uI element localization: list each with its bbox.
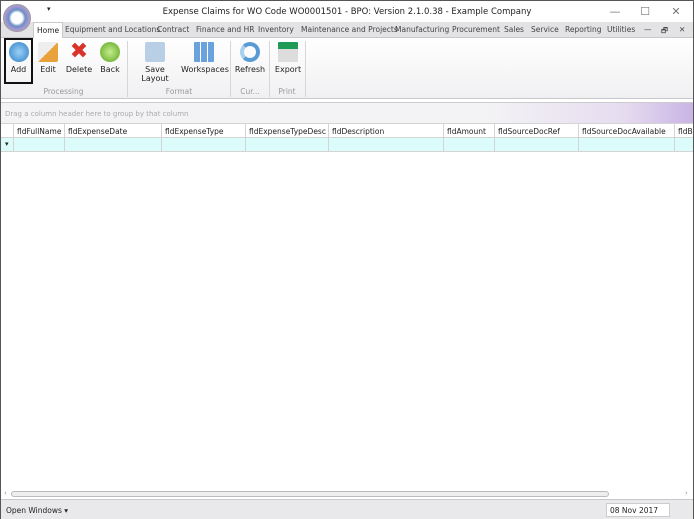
scroll-right-icon[interactable]: › (685, 489, 688, 497)
back-icon (100, 42, 120, 62)
mdi-minimize[interactable]: — (644, 25, 652, 34)
group-format: Format (165, 87, 193, 96)
group-processing: Processing (43, 87, 84, 96)
close-button[interactable]: ✕ (669, 5, 683, 18)
refresh-button[interactable]: Refresh (233, 40, 267, 84)
tab-manufacturing[interactable]: Manufacturing (395, 25, 449, 34)
tab-equipment[interactable]: Equipment and Locations (65, 25, 160, 34)
add-icon (8, 42, 29, 62)
horizontal-scrollbar[interactable]: ‹ › (1, 489, 693, 499)
add-button[interactable]: Add (4, 38, 33, 84)
scrollbar-thumb[interactable] (11, 491, 609, 497)
workspaces-icon (194, 42, 214, 62)
column-header[interactable]: fldDescription (328, 124, 443, 138)
column-header[interactable]: fldSourceDocRef (494, 124, 578, 138)
tab-reporting[interactable]: Reporting (565, 25, 601, 34)
quick-access-dropdown[interactable]: ▾ (47, 5, 51, 13)
tab-utilities[interactable]: Utilities (607, 25, 635, 34)
open-windows-menu[interactable]: Open Windows ▾ (6, 506, 68, 515)
refresh-icon (240, 42, 260, 62)
column-header[interactable]: fldSourceDocAvailable (578, 124, 674, 138)
tab-service[interactable]: Service (531, 25, 559, 34)
save-layout-icon (145, 42, 165, 62)
column-header[interactable]: fldExpenseDate (64, 124, 161, 138)
tab-finance[interactable]: Finance and HR (196, 25, 254, 34)
separator (305, 41, 306, 97)
tab-maintenance[interactable]: Maintenance and Projects (301, 25, 398, 34)
tab-contract[interactable]: Contract (157, 25, 189, 34)
column-header[interactable]: fldBill (674, 124, 693, 138)
delete-icon: ✖ (69, 39, 89, 64)
status-bar: Open Windows ▾ 08 Nov 2017 (1, 499, 693, 519)
mdi-restore[interactable]: 🗗 (661, 25, 668, 38)
tab-sales[interactable]: Sales (504, 25, 524, 34)
funnel-icon[interactable]: ▾ (5, 140, 9, 148)
delete-button[interactable]: ✖ Delete (65, 40, 93, 84)
column-header[interactable]: fldAmount (443, 124, 494, 138)
column-header[interactable]: fldFullName (13, 124, 64, 138)
group-by-panel[interactable]: Drag a column header here to group by th… (1, 102, 693, 123)
export-button[interactable]: Export (273, 40, 303, 84)
edit-icon (38, 42, 58, 62)
filter-row[interactable]: ▾ (1, 138, 693, 152)
window-title: Expense Claims for WO Code WO0001501 - B… (162, 7, 532, 17)
group-print: Print (278, 87, 296, 96)
maximize-button[interactable]: ☐ (638, 5, 652, 18)
mdi-close[interactable]: ✕ (679, 25, 685, 34)
column-header[interactable]: fldExpenseTypeDesc (245, 124, 328, 138)
tab-inventory[interactable]: Inventory (258, 25, 294, 34)
scroll-left-icon[interactable]: ‹ (4, 489, 7, 497)
tab-procurement[interactable]: Procurement (452, 25, 500, 34)
column-header[interactable]: fldExpenseType (161, 124, 245, 138)
back-button[interactable]: Back (98, 40, 122, 84)
workspaces-button[interactable]: Workspaces (181, 40, 229, 84)
ribbon-tabs: Home Equipment and Locations Contract Fi… (1, 22, 693, 39)
app-logo[interactable] (3, 4, 31, 32)
title-bar: Expense Claims for WO Code WO0001501 - B… (1, 1, 693, 22)
grid-header: fldFullName fldExpenseDate fldExpenseTyp… (1, 123, 693, 138)
minimize-button[interactable]: — (608, 5, 622, 18)
export-icon (278, 42, 298, 62)
edit-button[interactable]: Edit (37, 40, 59, 84)
group-current: Cur... (240, 87, 260, 96)
date-field[interactable]: 08 Nov 2017 (606, 503, 670, 517)
tab-home[interactable]: Home (33, 22, 64, 39)
save-layout-button[interactable]: Save Layout (132, 40, 178, 84)
ribbon: Add Edit ✖ Delete Back Processing Save La… (1, 38, 693, 99)
